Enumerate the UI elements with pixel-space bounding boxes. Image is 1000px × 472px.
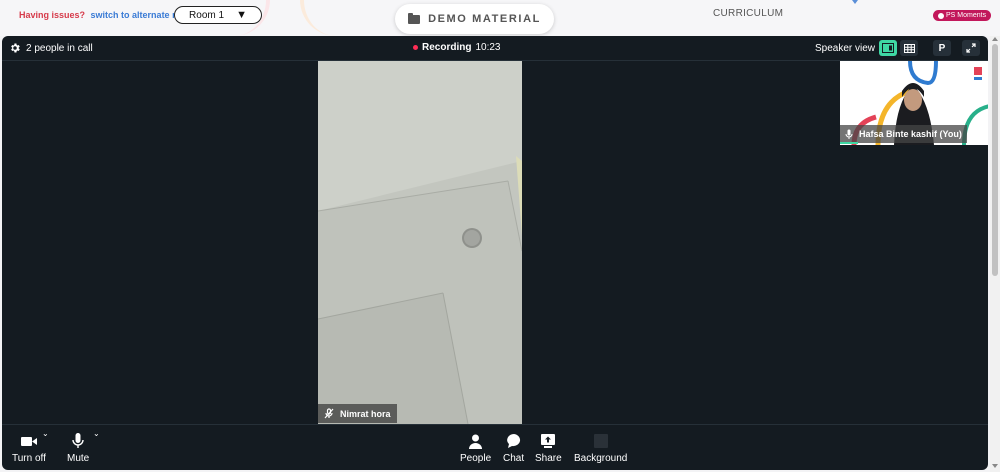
grid-view-icon [903,43,915,53]
view-mode-label: Speaker view [815,43,876,54]
room-select[interactable]: Room 1 ▼ [174,6,262,24]
scroll-thumb[interactable] [992,44,998,276]
self-name: Hafsa Binte kashif (You) [859,129,962,139]
page-scrollbar[interactable] [990,36,1000,472]
main-participant-name-tag: Nimrat hora [318,404,397,423]
background-icon [593,434,608,448]
mic-toggle-button[interactable]: Mute [67,433,89,464]
top-bar: Having issues? switch to alternate room … [0,0,1000,36]
mic-muted-icon [324,408,334,419]
recording-indicator: Recording 10:23 [413,42,500,53]
person-icon [469,434,483,449]
camera-toggle-label: Turn off [12,453,46,464]
chat-label: Chat [503,453,525,464]
call-controls-bar: Turn off ⌄ Mute ⌄ People Chat Share Back… [2,424,988,470]
curriculum-tab[interactable]: CURRICULUM [713,8,783,19]
folder-icon [408,12,421,24]
fullscreen-button[interactable] [962,40,980,56]
call-header: 2 people in call Recording 10:23 Speaker… [2,36,988,61]
connection-help: Having issues? switch to alternate room [19,10,195,20]
camera-options-chevron-icon[interactable]: ⌄ [42,429,49,438]
speaker-view-icon [882,43,894,53]
settings-gear-icon[interactable] [9,42,21,54]
expand-icon [966,43,976,53]
decor-marker [852,0,858,4]
scroll-down-arrow-icon[interactable] [992,464,998,468]
issues-question: Having issues? [19,10,86,20]
ps-moments-button[interactable]: PS Moments [933,10,992,21]
demo-material-button[interactable]: DEMO MATERIAL [395,4,554,34]
people-button[interactable]: People [460,433,491,464]
recording-label: Recording [422,42,472,53]
decor-arc [300,0,340,36]
dropdown-caret-icon: ▼ [236,9,247,21]
camera-toggle-button[interactable]: Turn off [12,433,46,464]
people-label: People [460,453,492,464]
main-participant-name: Nimrat hora [340,408,391,419]
audio-level-bar [840,142,858,144]
self-name-tag: Hafsa Binte kashif (You) [840,125,967,143]
chat-bubble-icon [506,434,520,448]
microphone-icon [72,433,84,448]
speaker-view-button[interactable] [879,40,897,56]
ceiling-video-frame [318,61,522,424]
room-select-value: Room 1 [189,9,225,21]
recording-time: 10:23 [475,42,501,53]
moments-label: PS Moments [946,12,987,19]
demo-material-label: DEMO MATERIAL [428,13,541,25]
share-label: Share [535,453,562,464]
video-call-panel: 2 people in call Recording 10:23 Speaker… [2,36,988,470]
mic-toggle-label: Mute [67,453,90,464]
share-button[interactable]: Share [535,433,562,464]
recording-dot-icon [413,45,418,50]
microphone-icon [845,129,853,139]
share-screen-icon [541,434,556,448]
moments-icon [938,12,944,19]
mic-options-chevron-icon[interactable]: ⌄ [93,429,100,438]
pin-p-button[interactable]: P [933,40,951,56]
scroll-up-arrow-icon[interactable] [992,37,998,41]
main-participant-video [318,61,522,424]
video-camera-icon [20,436,37,446]
grid-view-button[interactable] [900,40,918,56]
people-in-call-count: 2 people in call [26,43,93,54]
background-button[interactable]: Background [574,433,627,464]
chat-button[interactable]: Chat [503,433,524,464]
background-label: Background [574,453,628,464]
